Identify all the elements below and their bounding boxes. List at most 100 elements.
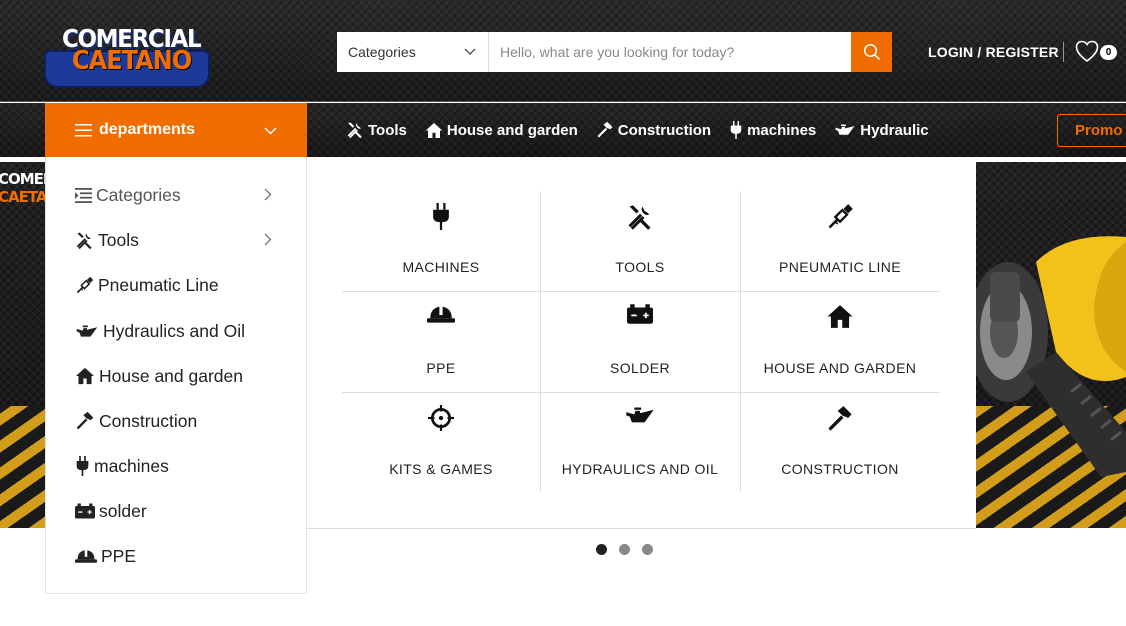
dept-item-machines[interactable]: machines xyxy=(75,451,169,481)
grid-item-label: SOLDER xyxy=(610,360,670,376)
nav-link-label: Construction xyxy=(617,121,712,139)
tools-icon xyxy=(628,205,651,230)
dept-item-tools[interactable]: Tools xyxy=(75,225,272,255)
house-icon xyxy=(425,122,443,138)
hammer-icon xyxy=(828,406,852,431)
slider-dot-1[interactable] xyxy=(596,544,607,555)
dept-item-solder[interactable]: solder xyxy=(75,496,147,526)
grid-item-house-garden[interactable]: HOUSE AND GARDEN xyxy=(741,292,939,392)
grid-item-tools[interactable]: TOOLS xyxy=(541,191,739,291)
chevron-right-icon xyxy=(264,233,272,246)
battery-icon xyxy=(75,503,95,519)
nav-links: Tools House and garden Construction mach… xyxy=(346,103,947,157)
header-divider xyxy=(1063,42,1064,62)
grid-item-machines[interactable]: MACHINES xyxy=(342,191,540,291)
promo-button[interactable]: Promo xyxy=(1057,114,1126,147)
grid-item-label: MACHINES xyxy=(402,259,480,275)
login-register-link[interactable]: LOGIN / REGISTER xyxy=(928,44,1059,60)
hammer-icon xyxy=(76,411,94,430)
helmet-icon xyxy=(75,550,97,563)
logo-line2: CAETANO xyxy=(72,46,192,76)
dept-item-label: Hydraulics and Oil xyxy=(103,320,245,341)
hero-divider xyxy=(307,528,976,529)
dept-item-pneumatic-line[interactable]: Pneumatic Line xyxy=(75,270,219,300)
grid-item-pneumatic-line[interactable]: PNEUMATIC LINE xyxy=(741,191,939,291)
grid-item-ppe[interactable]: PPE xyxy=(342,292,540,392)
dept-item-hydraulics-oil[interactable]: Hydraulics and Oil xyxy=(75,316,245,346)
dept-item-label: Tools xyxy=(98,229,139,250)
slider-dot-2[interactable] xyxy=(619,544,630,555)
dept-item-label: House and garden xyxy=(99,365,243,386)
hero-banner-left-edge: COMERCIAL CAETANO xyxy=(0,162,46,528)
grid-item-hydraulics-oil[interactable]: HYDRAULICS AND OIL xyxy=(541,393,739,493)
house-icon xyxy=(76,367,94,385)
nav-link-construction[interactable]: Construction xyxy=(596,121,711,139)
plug-icon xyxy=(76,456,89,476)
hero-logo-line1: COMERCIAL xyxy=(0,170,46,188)
nav-link-label: House and garden xyxy=(446,121,578,139)
oil-can-icon xyxy=(76,325,98,337)
departments-menu: Categories Tools Pneumatic Line Hydrauli xyxy=(45,157,307,594)
dept-item-label: Categories xyxy=(96,184,181,205)
battery-icon xyxy=(627,304,653,324)
dept-item-house-garden[interactable]: House and garden xyxy=(75,361,243,391)
search-button[interactable] xyxy=(851,32,892,72)
category-select-label: Categories xyxy=(348,44,416,60)
plug-icon xyxy=(433,203,449,230)
nav-link-machines[interactable]: machines xyxy=(729,121,816,139)
caution-stripes xyxy=(0,406,46,528)
plug-icon xyxy=(730,121,742,139)
wishlist-count-badge: 0 xyxy=(1100,45,1117,60)
search-bar: Categories xyxy=(337,32,892,72)
nav-link-label: Hydraulic xyxy=(860,121,929,139)
pneumatic-icon xyxy=(76,276,94,293)
chevron-down-icon xyxy=(264,127,277,135)
dept-item-categories[interactable]: Categories xyxy=(75,180,272,210)
grid-item-label: PPE xyxy=(426,360,456,376)
hammer-icon xyxy=(597,121,613,138)
hero-logo-line2: CAETANO xyxy=(0,188,46,206)
tools-icon xyxy=(347,122,362,139)
nav-link-label: Tools xyxy=(368,121,407,139)
grid-item-label: TOOLS xyxy=(615,259,665,275)
categories-icon xyxy=(75,187,92,203)
grid-item-solder[interactable]: SOLDER xyxy=(541,292,739,392)
grid-item-label: PNEUMATIC LINE xyxy=(778,259,902,275)
chevron-down-icon xyxy=(464,48,476,55)
angle-grinder-image xyxy=(976,236,1126,477)
dept-item-construction[interactable]: Construction xyxy=(75,406,197,436)
oil-can-icon xyxy=(835,124,855,135)
departments-label: departments xyxy=(99,121,196,138)
grid-item-kits-games[interactable]: KITS & GAMES xyxy=(342,393,540,493)
tools-icon xyxy=(76,232,92,249)
nav-link-hydraulic[interactable]: Hydraulic xyxy=(834,121,929,139)
grid-item-label: HOUSE AND GARDEN xyxy=(763,360,917,376)
site-logo[interactable]: COMERCIAL CAETANO xyxy=(44,20,212,94)
dept-item-ppe[interactable]: PPE xyxy=(75,541,136,571)
dept-item-label: Construction xyxy=(99,410,198,431)
slider-dots xyxy=(596,544,665,555)
grid-item-construction[interactable]: CONSTRUCTION xyxy=(741,393,939,493)
nav-link-house-garden[interactable]: House and garden xyxy=(425,122,578,139)
main-nav-bar: departments Tools House and garden Const… xyxy=(0,103,1126,157)
search-input[interactable] xyxy=(489,32,851,72)
nav-link-label: machines xyxy=(747,121,817,139)
pneumatic-icon xyxy=(828,204,853,229)
dept-item-label: solder xyxy=(99,500,147,521)
search-icon xyxy=(863,43,880,61)
dept-item-label: PPE xyxy=(101,545,137,566)
site-header: COMERCIAL CAETANO Categories LOGIN / REG… xyxy=(0,0,1126,102)
departments-toggle-button[interactable]: departments xyxy=(45,103,307,157)
category-select[interactable]: Categories xyxy=(337,32,489,72)
hero-banner-right-edge xyxy=(976,162,1126,528)
oil-can-icon xyxy=(626,407,654,423)
dept-item-label: Pneumatic Line xyxy=(98,274,219,295)
crosshair-icon xyxy=(428,405,454,431)
slider-dot-3[interactable] xyxy=(642,544,653,555)
chevron-right-icon xyxy=(264,188,272,201)
grid-item-label: CONSTRUCTION xyxy=(781,461,899,477)
grid-item-label: KITS & GAMES xyxy=(389,461,493,477)
hamburger-icon xyxy=(75,123,92,136)
nav-link-tools[interactable]: Tools xyxy=(346,121,407,139)
grid-item-label: HYDRAULICS AND OIL xyxy=(561,461,719,477)
